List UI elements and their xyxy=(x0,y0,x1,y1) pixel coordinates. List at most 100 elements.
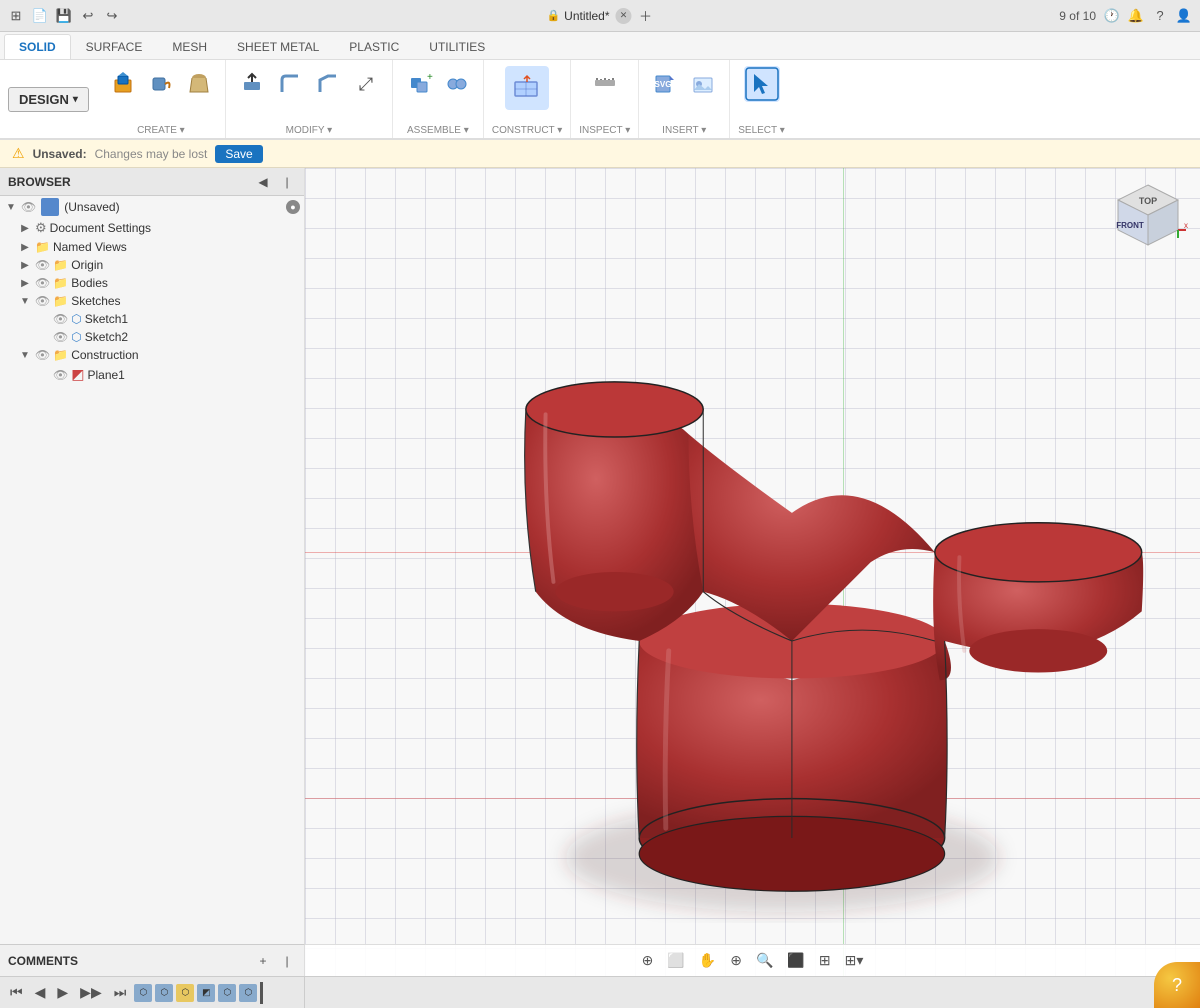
tree-item-origin[interactable]: ▶ 👁 📁 Origin xyxy=(0,256,304,274)
viewport-view-cube-button[interactable]: ⬛ xyxy=(783,950,808,971)
toolbar-group-assemble: + ASSEMBLE ▾ xyxy=(393,60,484,138)
tree-label-plane1: Plane1 xyxy=(87,368,300,382)
timeline-item-1[interactable]: ⬡ xyxy=(134,984,152,1002)
tree-item-sketch2[interactable]: 👁 ⬡ Sketch2 xyxy=(0,328,304,346)
insert-group-label: INSERT ▾ xyxy=(662,123,706,136)
comments-collapse-button[interactable]: | xyxy=(278,952,296,970)
svg-text:⤢: ⤢ xyxy=(359,74,374,94)
tree-eye-sketch1[interactable]: 👁 xyxy=(53,312,68,326)
nav-first-button[interactable]: ⏮ xyxy=(6,982,27,1003)
timeline-item-6[interactable]: ⬡ xyxy=(239,984,257,1002)
viewport-snap-button[interactable]: ⊕ xyxy=(638,950,658,971)
design-dropdown[interactable]: DESIGN ▾ xyxy=(8,87,89,112)
viewport-display-button[interactable]: ⬜ xyxy=(663,950,688,971)
create-group-label: CREATE ▾ xyxy=(137,123,185,136)
svg-text:SVG: SVG xyxy=(655,80,672,89)
tree-item-unsaved-doc[interactable]: ▼ 👁 (Unsaved) ● xyxy=(0,196,304,218)
close-tab-button[interactable]: ✕ xyxy=(616,8,632,24)
timeline-item-3[interactable]: ⬡ xyxy=(176,984,194,1002)
tree-item-doc-settings[interactable]: ▶ ⚙ Document Settings xyxy=(0,218,304,238)
modify-press-pull-button[interactable] xyxy=(234,66,270,102)
clock-icon[interactable]: 🕐 xyxy=(1104,8,1120,24)
undo-icon[interactable]: ↩ xyxy=(80,8,96,24)
tree-eye-unsaved[interactable]: 👁 xyxy=(21,200,36,214)
notifications-icon[interactable]: 🔔 xyxy=(1128,8,1144,24)
tree-eye-construction[interactable]: 👁 xyxy=(35,348,50,362)
tab-utilities[interactable]: UTILITIES xyxy=(414,34,500,59)
help-icon[interactable]: ? xyxy=(1152,8,1168,24)
create-loft-button[interactable] xyxy=(181,66,217,102)
nav-last-button[interactable]: ⏭ xyxy=(110,982,131,1003)
viewport-zoom-in-button[interactable]: ⊕ xyxy=(726,950,746,971)
tree-arrow-bodies: ▶ xyxy=(18,278,32,289)
inspect-measure-button[interactable] xyxy=(587,66,623,102)
timeline-item-5[interactable]: ⬡ xyxy=(218,984,236,1002)
main-area: BROWSER ◀ | ▼ 👁 (Unsaved) ● ▶ ⚙ Document… xyxy=(0,168,1200,976)
modify-chamfer-button[interactable] xyxy=(310,66,346,102)
orientation-cube[interactable]: TOP FRONT x xyxy=(1108,180,1188,260)
tree-arrow-doc-settings: ▶ xyxy=(18,223,32,234)
assemble-joint-button[interactable] xyxy=(439,66,475,102)
tree-eye-origin[interactable]: 👁 xyxy=(35,258,50,272)
tree-item-sketch1[interactable]: 👁 ⬡ Sketch1 xyxy=(0,310,304,328)
insert-canvas-button[interactable] xyxy=(685,66,721,102)
assemble-group-label: ASSEMBLE ▾ xyxy=(407,123,469,136)
modify-move-button[interactable]: ⤢ xyxy=(348,66,384,102)
tree-item-construction[interactable]: ▼ 👁 📁 Construction xyxy=(0,346,304,364)
sketch-icon-sketch1: ⬡ xyxy=(71,312,81,326)
viewport-zoom-out-button[interactable]: 🔍 xyxy=(752,950,777,971)
tab-sheet-metal[interactable]: SHEET METAL xyxy=(222,34,334,59)
comments-expand-button[interactable]: + xyxy=(254,952,272,970)
gear-icon: ⚙ xyxy=(35,220,47,236)
create-extrude-button[interactable] xyxy=(105,66,141,102)
assemble-new-component-button[interactable]: + xyxy=(401,66,437,102)
doc-options-dot[interactable]: ● xyxy=(286,200,300,214)
file-menu-icon[interactable]: 📄 xyxy=(32,8,48,24)
design-arrow-icon: ▾ xyxy=(73,94,78,105)
viewport-grid-button[interactable]: ⊞ xyxy=(815,950,835,971)
viewport-grid-settings-button[interactable]: ⊞▾ xyxy=(841,950,868,971)
timeline-item-4[interactable]: ◩ xyxy=(197,984,215,1002)
timeline-item-2[interactable]: ⬡ xyxy=(155,984,173,1002)
comments-bar: COMMENTS + | xyxy=(0,944,305,976)
tree-label-sketch1: Sketch1 xyxy=(85,312,300,326)
profile-icon[interactable]: 👤 xyxy=(1176,8,1192,24)
tree-eye-bodies[interactable]: 👁 xyxy=(35,276,50,290)
save-icon[interactable]: 💾 xyxy=(56,8,72,24)
tree-eye-plane1[interactable]: 👁 xyxy=(53,368,68,382)
save-button[interactable]: Save xyxy=(215,145,262,163)
nav-prev-button[interactable]: ◀ xyxy=(31,982,50,1003)
viewport-pan-button[interactable]: ✋ xyxy=(695,950,720,971)
tree-item-bodies[interactable]: ▶ 👁 📁 Bodies xyxy=(0,274,304,292)
nav-play-button[interactable]: ▶ xyxy=(53,982,72,1003)
tab-solid[interactable]: SOLID xyxy=(4,34,71,59)
browser-collapse-button[interactable]: | xyxy=(278,173,296,191)
create-revolve-button[interactable] xyxy=(143,66,179,102)
insert-svg-button[interactable]: SVG xyxy=(647,66,683,102)
document-title: Untitled* xyxy=(564,9,609,23)
nav-next-button[interactable]: ▶▶ xyxy=(76,982,106,1003)
tree-item-named-views[interactable]: ▶ 📁 Named Views xyxy=(0,238,304,256)
modify-fillet-button[interactable] xyxy=(272,66,308,102)
tree-arrow-sketches: ▼ xyxy=(18,296,32,307)
browser-pin-button[interactable]: ◀ xyxy=(254,173,272,191)
viewport[interactable]: TOP FRONT x ⊕ ⬜ ✋ ⊕ 🔍 ⬛ ⊞ ⊞▾ xyxy=(305,168,1200,976)
help-circle-button[interactable]: ? xyxy=(1154,962,1200,1008)
new-tab-icon[interactable]: ＋ xyxy=(638,8,654,24)
modify-group-label: MODIFY ▾ xyxy=(286,123,333,136)
folder-icon-construction: 📁 xyxy=(53,348,68,362)
redo-icon[interactable]: ↪ xyxy=(104,8,120,24)
tab-surface[interactable]: SURFACE xyxy=(71,34,158,59)
tree-eye-sketches[interactable]: 👁 xyxy=(35,294,50,308)
construct-plane-button[interactable] xyxy=(505,66,549,110)
tree-item-plane1[interactable]: 👁 ◩ Plane1 xyxy=(0,364,304,385)
tab-mesh[interactable]: MESH xyxy=(157,34,222,59)
tree-label-construction: Construction xyxy=(71,348,300,362)
tree-eye-sketch2[interactable]: 👁 xyxy=(53,330,68,344)
unsaved-label: Unsaved: xyxy=(33,147,87,161)
tree-item-sketches[interactable]: ▼ 👁 📁 Sketches xyxy=(0,292,304,310)
sketch-icon-sketch2: ⬡ xyxy=(71,330,81,344)
select-tool-button[interactable] xyxy=(744,66,780,102)
apps-icon[interactable]: ⊞ xyxy=(8,8,24,24)
tab-plastic[interactable]: PLASTIC xyxy=(334,34,414,59)
